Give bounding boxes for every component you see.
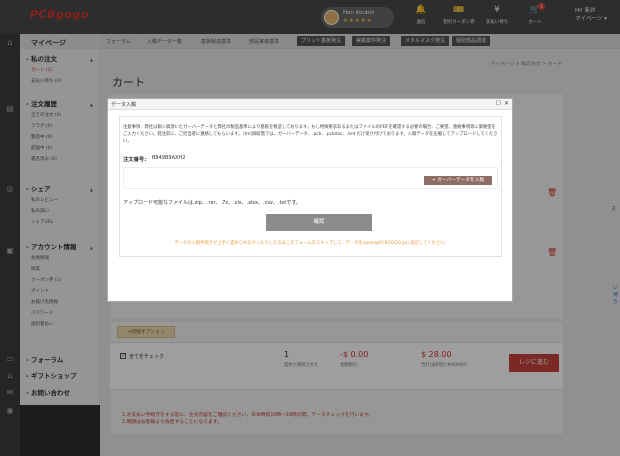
upload-instructions: 注意事項：弊社は御入稿頂いたガーバーデータと弊社の製造基準により基板を製造してお… (123, 125, 498, 144)
dialog-body: 注意事項：弊社は御入稿頂いたガーバーデータと弊社の製造基準により基板を製造してお… (119, 116, 502, 257)
dialog-titlebar: データ入稿 □ ✕ (108, 99, 512, 110)
order-number-label: 注文番号: (123, 157, 147, 163)
dialog-title: データ入稿 (111, 102, 137, 108)
upload-gerber-button[interactable]: + ガーバーデータを入稿 (424, 176, 492, 185)
contact-note: データの入稿手続きが上手く進められなかったりした方はこのフォームをスキップして、… (174, 241, 449, 246)
close-icon[interactable]: ✕ (504, 100, 509, 107)
allowed-file-types: アップロード可能なファイルは.zip、.rar、.7z、.xls、.xlsx、.… (123, 200, 301, 206)
maximize-icon[interactable]: □ (496, 100, 501, 106)
order-number: B849B9AXH2 (152, 155, 186, 161)
confirm-button[interactable]: 確認 (266, 214, 372, 231)
upload-area[interactable]: + ガーバーデータを入稿 (123, 167, 498, 189)
upload-dialog: データ入稿 □ ✕ 注意事項：弊社は御入稿頂いたガーバーデータと弊社の製造基準に… (107, 98, 513, 302)
